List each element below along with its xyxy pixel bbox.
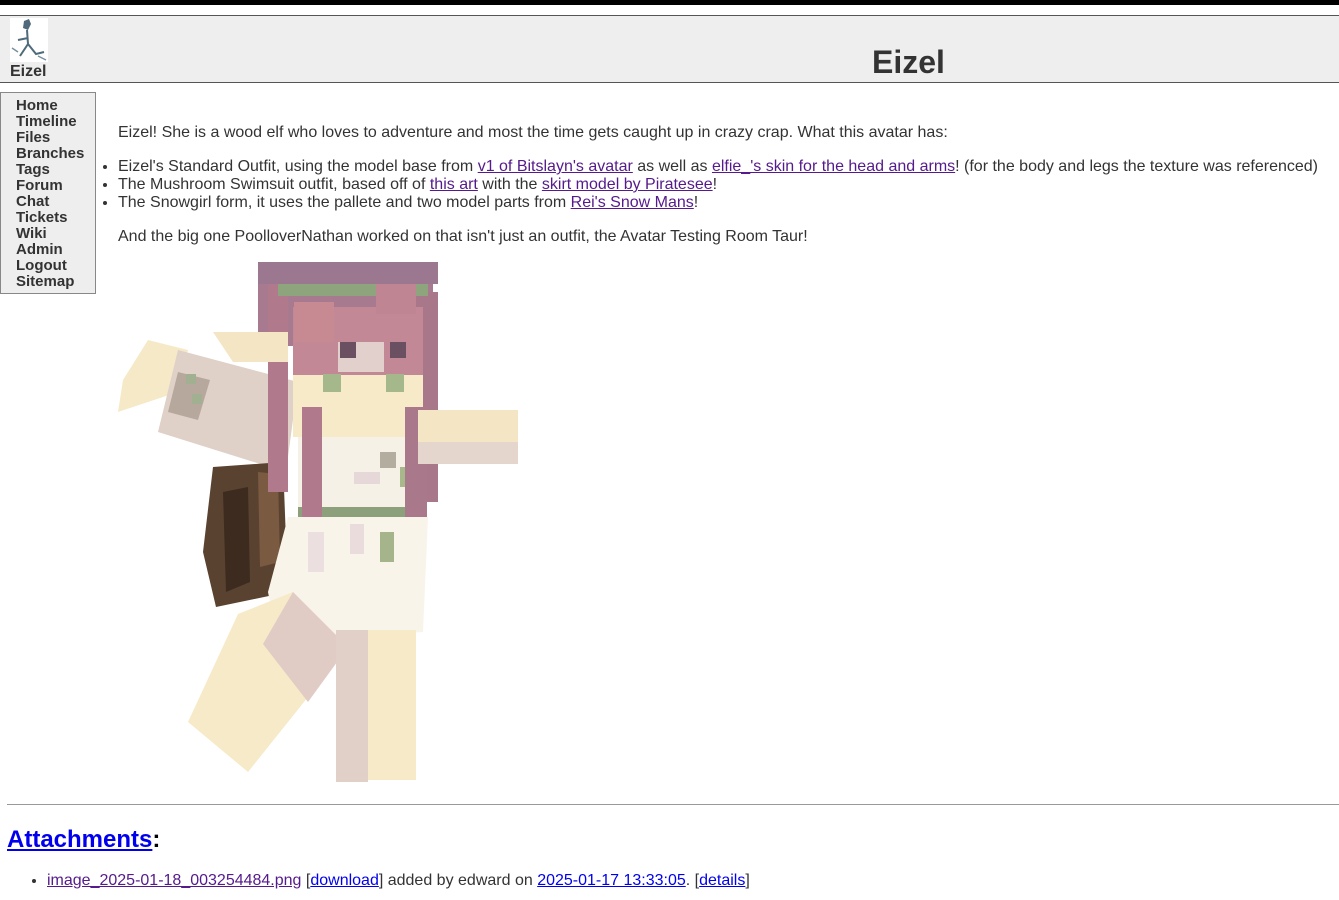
item-text: as well as [632,158,712,175]
nav-item-logout[interactable]: Logout [16,258,95,274]
nav-item-timeline[interactable]: Timeline [16,114,95,130]
attachment-date-link[interactable]: 2025-01-17 13:33:05 [537,872,686,889]
snow-mans-link[interactable]: Rei's Snow Mans [571,194,694,211]
item-text: Eizel's Standard Outfit, using the model… [118,158,478,175]
item-text: ! [712,176,718,193]
item-text: with the [477,176,542,193]
nav-item-files[interactable]: Files [16,130,95,146]
attachments-link[interactable]: Attachments [7,826,152,853]
avatar-render-image [118,262,520,786]
nav-item-tags[interactable]: Tags [16,162,95,178]
nav-item-branches[interactable]: Branches [16,146,95,162]
top-border [0,0,1339,5]
list-item: The Mushroom Swimsuit outfit, based off … [118,176,1318,194]
page-header: Eizel Eizel [0,15,1339,83]
sidebar-nav: Home Timeline Files Branches Tags Forum … [0,92,96,294]
attachments-list: image_2025-01-18_003254484.png [download… [47,872,750,890]
download-link[interactable]: download [310,872,379,889]
nav-item-sitemap[interactable]: Sitemap [16,274,95,290]
nav-item-chat[interactable]: Chat [16,194,95,210]
list-item: image_2025-01-18_003254484.png [download… [47,872,750,890]
attachment-text: ] added by edward on [378,872,538,889]
item-text: The Snowgirl form, it uses the pallete a… [118,194,571,211]
details-link[interactable]: details [699,872,745,889]
nav-item-tickets[interactable]: Tickets [16,210,95,226]
elfie-skin-link[interactable]: elfie_'s skin for the head and arms [712,158,955,175]
list-item: The Snowgirl form, it uses the pallete a… [118,194,1318,212]
bitslayn-avatar-link[interactable]: v1 of Bitslayn's avatar [478,158,633,175]
outro-text: And the big one PoolloverNathan worked o… [118,228,808,245]
attachment-text: . [ [685,872,700,889]
intro-text: Eizel! She is a wood elf who loves to ad… [118,124,948,141]
nav-item-forum[interactable]: Forum [16,178,95,194]
page-title: Eizel [872,44,945,80]
skirt-model-link[interactable]: skirt model by Piratesee [542,176,713,193]
nav-item-home[interactable]: Home [16,98,95,114]
attachment-text: ] [745,872,750,889]
item-text: ! [693,194,699,211]
logo-icon [10,18,48,62]
nav-item-wiki[interactable]: Wiki [16,226,95,242]
attachment-text: [ [301,872,311,889]
logo-label[interactable]: Eizel [10,63,46,81]
item-text: The Mushroom Swimsuit outfit, based off … [118,176,430,193]
this-art-link[interactable]: this art [430,176,478,193]
divider [7,804,1339,805]
nav-item-admin[interactable]: Admin [16,242,95,258]
attachment-file-link[interactable]: image_2025-01-18_003254484.png [47,872,301,889]
attachments-heading: Attachments: [7,825,160,855]
item-text: ! (for the body and legs the texture was… [955,158,1319,175]
list-item: Eizel's Standard Outfit, using the model… [118,158,1318,176]
feature-list: Eizel's Standard Outfit, using the model… [100,158,1318,212]
heading-colon: : [152,826,161,853]
site-logo[interactable] [10,18,50,62]
